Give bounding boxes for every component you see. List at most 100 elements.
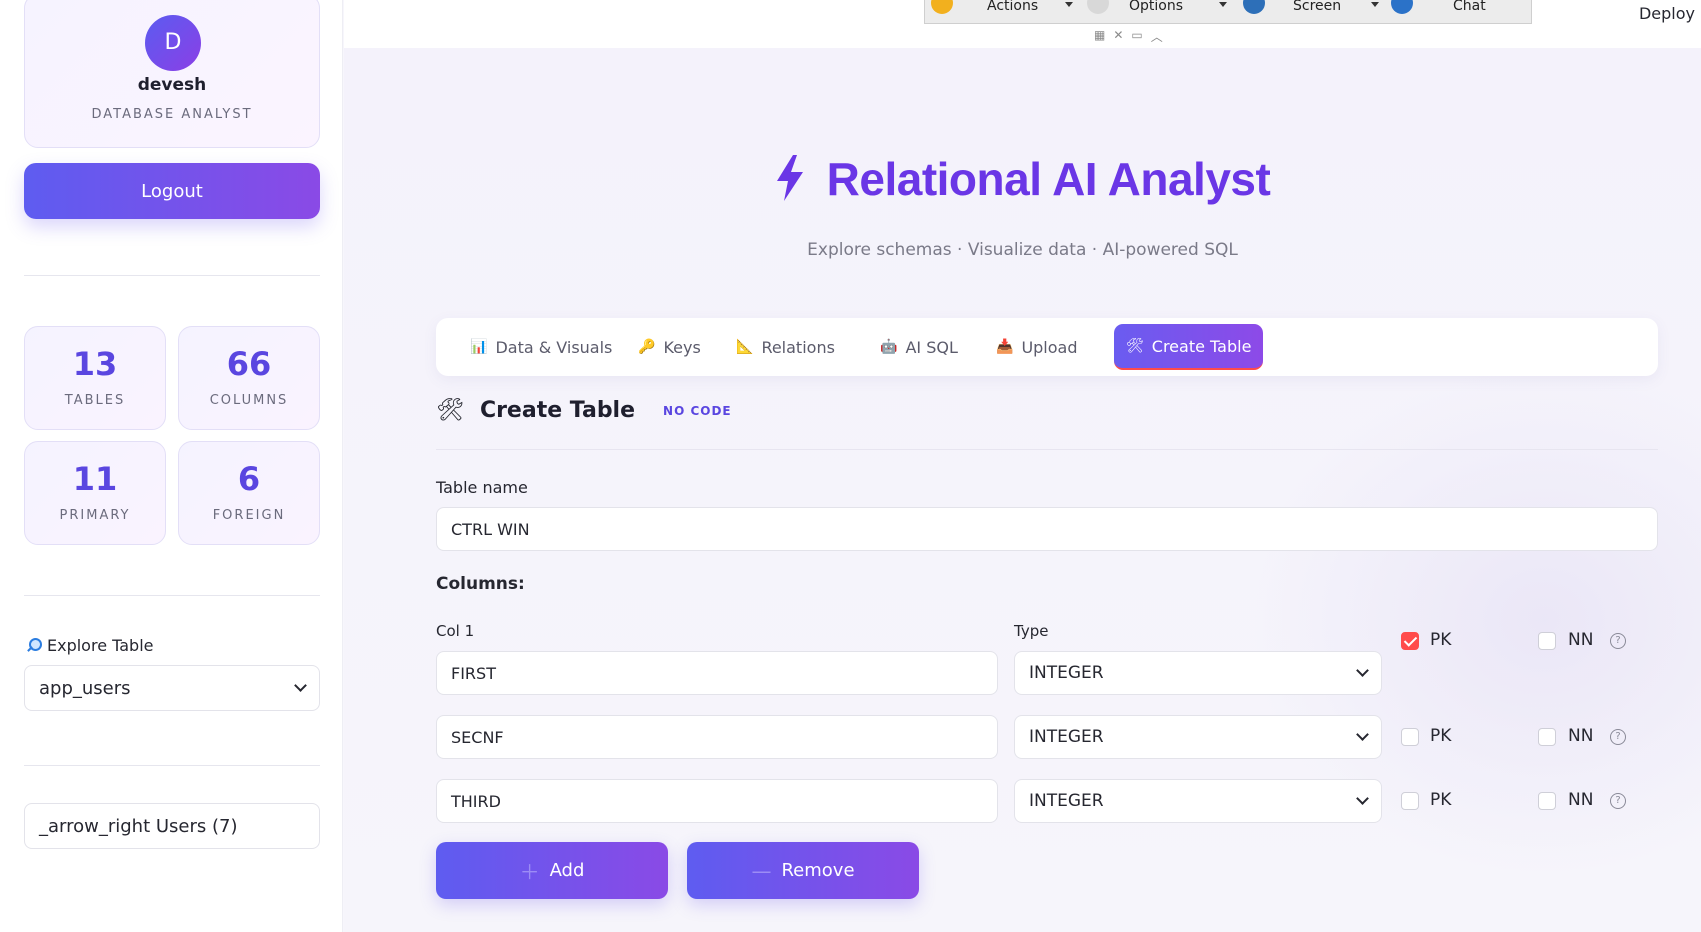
divider [24, 275, 320, 276]
pk-checkbox[interactable] [1401, 792, 1419, 810]
nn-checkbox[interactable] [1538, 792, 1556, 810]
tab-data-visuals[interactable]: 📊 Data & Visuals [458, 324, 624, 370]
col-header: Col 1 [436, 622, 475, 640]
nn-label: NN [1568, 630, 1594, 650]
divider [24, 765, 320, 766]
explore-table-select[interactable]: app_users [24, 665, 320, 711]
pk-label: PK [1430, 790, 1452, 810]
chat-icon [1391, 0, 1413, 14]
stat-card-columns: 66 COLUMNS [178, 326, 320, 430]
magnifier-icon [26, 638, 42, 653]
table-name-label: Table name [436, 478, 528, 497]
no-code-badge: NO CODE [663, 403, 732, 418]
stat-value: 66 [226, 345, 272, 383]
remote-options-label: Options [1129, 0, 1184, 14]
stat-value: 6 [237, 460, 261, 498]
pk-checkbox[interactable] [1401, 728, 1419, 746]
tab-label: AI SQL [905, 337, 958, 357]
stat-label: TABLES [64, 393, 126, 408]
remote-chat[interactable]: Chat [1391, 0, 1486, 14]
tab-label: Upload [1021, 337, 1078, 357]
users-expander[interactable]: _arrow_right Users (7) [24, 803, 320, 849]
remote-screen-label: Screen [1293, 0, 1342, 14]
monitor-icon [1243, 0, 1265, 14]
tab-bar: 📊 Data & Visuals 🔑 Keys 📐 Relations 🤖 AI… [436, 318, 1658, 376]
remote-chat-label: Chat [1453, 0, 1486, 14]
stat-value: 11 [72, 460, 118, 498]
tab-ai-sql[interactable]: 🤖 AI SQL [868, 324, 970, 370]
page-title-text: Relational AI Analyst [826, 153, 1271, 205]
table-name-input[interactable]: CTRL WIN [436, 507, 1658, 551]
tab-label: Relations [761, 337, 835, 357]
help-icon[interactable]: ? [1610, 633, 1626, 649]
deploy-button[interactable]: Deploy [1639, 4, 1695, 23]
page-title: Relational AI Analyst [344, 152, 1701, 206]
close-icon[interactable]: ✕ [1113, 28, 1123, 45]
nn-checkbox[interactable] [1538, 728, 1556, 746]
chevron-down-icon [1356, 792, 1369, 805]
column-type-select[interactable]: INTEGER [1014, 715, 1382, 759]
explore-table-text: Explore Table [47, 636, 154, 655]
remove-label: Remove [781, 860, 855, 881]
tab-label: Keys [663, 337, 701, 357]
remote-options[interactable]: Options [1087, 0, 1183, 14]
explore-table-label: Explore Table [26, 636, 154, 655]
grid-icon[interactable]: ▦ [1094, 28, 1105, 45]
nn-label: NN [1568, 726, 1594, 746]
inbox-icon: 📥 [996, 339, 1014, 355]
tab-relations[interactable]: 📐 Relations [724, 324, 847, 370]
monitor-icon[interactable]: ▭ [1131, 28, 1142, 45]
tab-keys[interactable]: 🔑 Keys [626, 324, 713, 370]
column-type-value: INTEGER [1029, 791, 1104, 811]
remote-actions[interactable]: Actions [931, 0, 1038, 14]
sidebar: D devesh DATABASE ANALYST Logout 13 TABL… [0, 0, 343, 932]
stat-label: FOREIGN [212, 508, 286, 523]
pk-label: PK [1430, 630, 1452, 650]
type-header: Type [1014, 622, 1049, 640]
stat-value: 13 [72, 345, 118, 383]
profile-role: DATABASE ANALYST [91, 107, 253, 122]
columns-label: Columns: [436, 574, 525, 594]
nn-label: NN [1568, 790, 1594, 810]
tab-label: Create Table [1151, 336, 1252, 356]
page-subtitle: Explore schemas · Visualize data · AI-po… [807, 240, 1238, 260]
chevron-up-icon[interactable]: ︿ [1151, 28, 1163, 45]
column-type-select[interactable]: INTEGER [1014, 651, 1382, 695]
profile-card: D devesh DATABASE ANALYST [24, 0, 320, 148]
robot-icon: 🤖 [880, 339, 898, 355]
stat-card-primary: 11 PRIMARY [24, 441, 166, 545]
minus-icon: — [751, 858, 772, 883]
column-type-select[interactable]: INTEGER [1014, 779, 1382, 823]
column-name-input[interactable]: FIRST [436, 651, 998, 695]
column-type-value: INTEGER [1029, 663, 1104, 683]
caret-down-icon [1065, 2, 1073, 7]
stat-label: COLUMNS [209, 393, 289, 408]
gear-icon [1087, 0, 1109, 14]
divider [436, 449, 1658, 450]
pk-checkbox[interactable] [1401, 632, 1419, 650]
stat-label: PRIMARY [59, 508, 131, 523]
remote-toolbar-controls: ▦ ✕ ▭ ︿ [1094, 28, 1163, 45]
help-icon[interactable]: ? [1610, 729, 1626, 745]
section-title: Create Table [479, 398, 636, 423]
caret-down-icon [1371, 2, 1379, 7]
remote-actions-label: Actions [987, 0, 1039, 14]
help-icon[interactable]: ? [1610, 793, 1626, 809]
column-name-input[interactable]: SECNF [436, 715, 998, 759]
add-label: Add [549, 860, 585, 881]
column-name-input[interactable]: THIRD [436, 779, 998, 823]
remove-column-button[interactable]: — Remove [687, 842, 919, 899]
tools-icon: 🛠 [436, 398, 464, 423]
add-column-button[interactable]: ＋ Add [436, 842, 668, 899]
users-expander-label: _arrow_right Users (7) [39, 815, 238, 837]
chevron-down-icon [1356, 664, 1369, 677]
remote-screen[interactable]: Screen [1243, 0, 1341, 14]
chevron-down-icon [1356, 728, 1369, 741]
lightning-icon [776, 155, 803, 201]
tab-create-table[interactable]: 🛠 Create Table [1114, 324, 1264, 370]
tab-upload[interactable]: 📥 Upload [984, 324, 1090, 370]
caret-down-icon [1219, 2, 1227, 7]
key-icon: 🔑 [638, 339, 656, 355]
logout-button[interactable]: Logout [24, 163, 320, 219]
nn-checkbox[interactable] [1538, 632, 1556, 650]
